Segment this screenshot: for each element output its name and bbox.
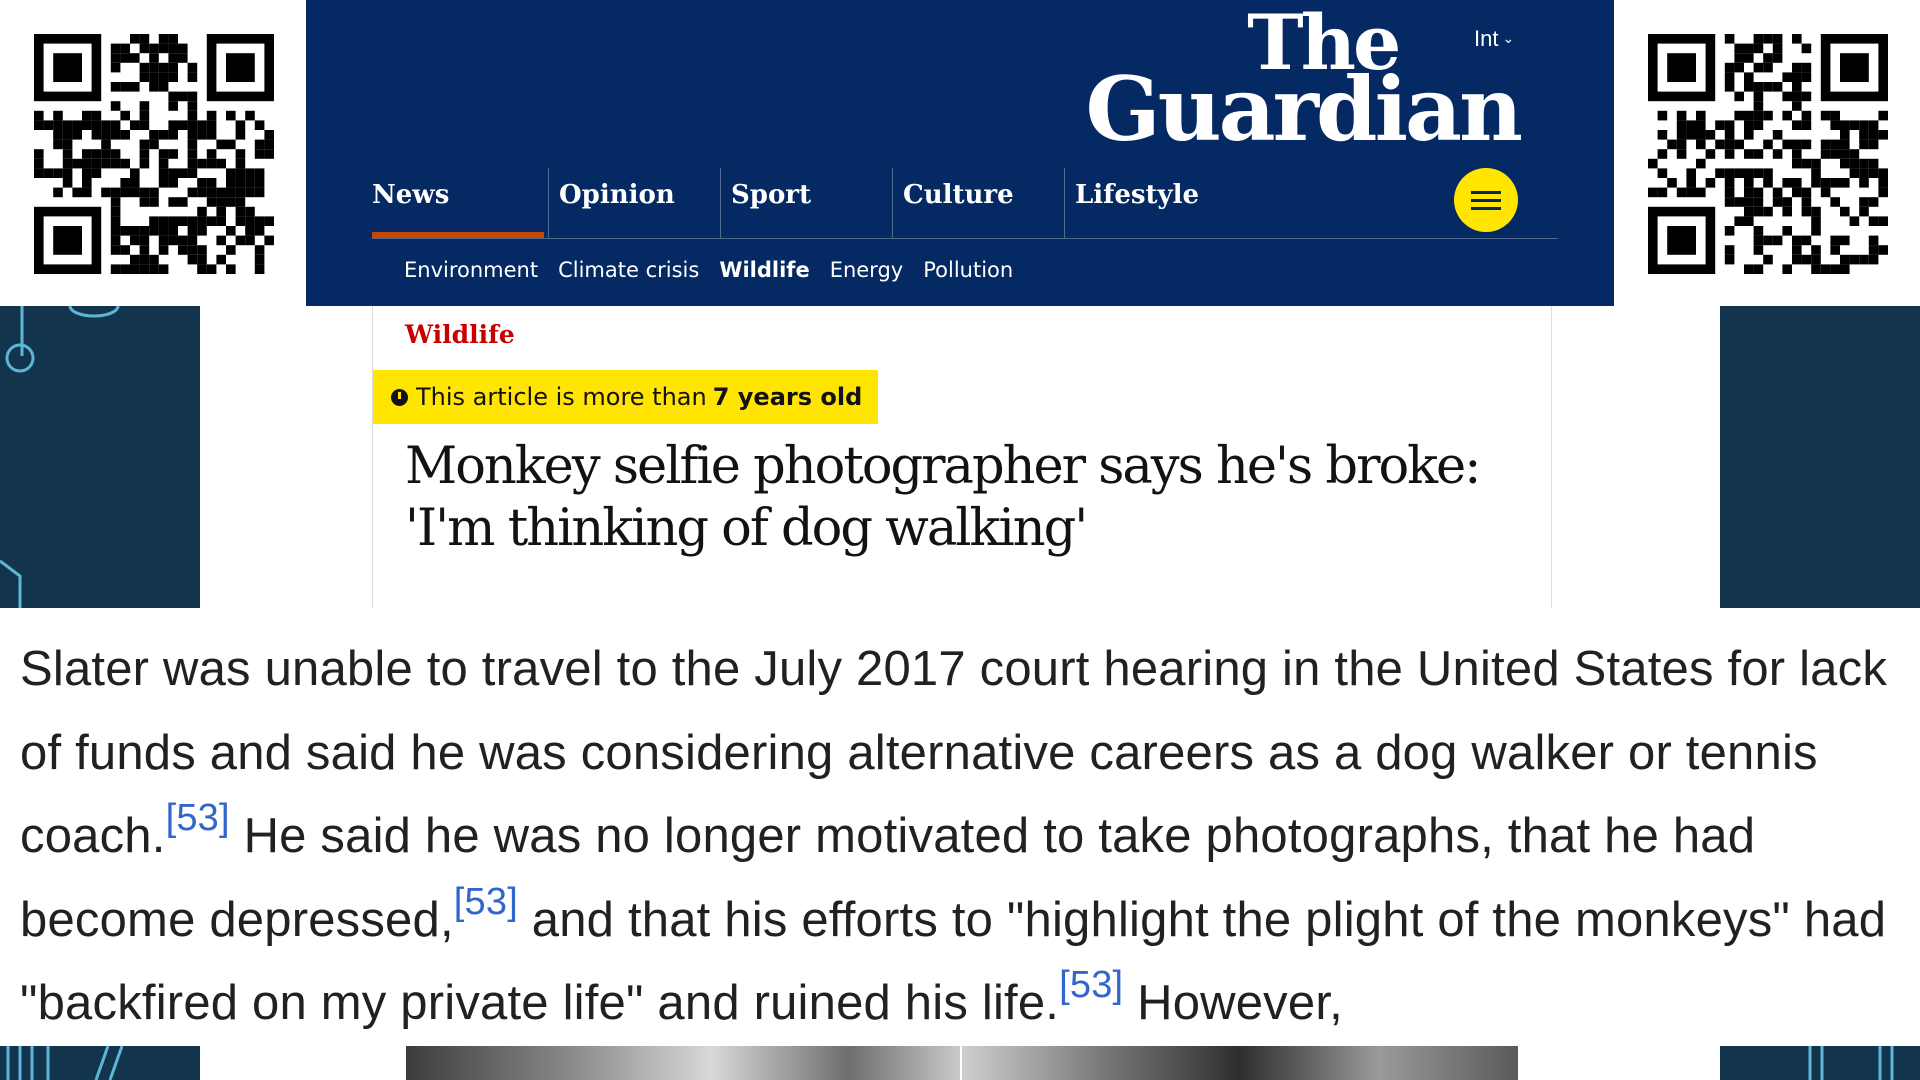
citation-link[interactable]: [53] [1059,964,1123,1006]
pillar-opinion[interactable]: Opinion [548,168,720,238]
citation-link[interactable]: [53] [166,797,230,839]
subnav-climate-crisis[interactable]: Climate crisis [558,258,699,282]
subnav-pollution[interactable]: Pollution [923,258,1013,282]
right-bottom-decor [1720,1046,1920,1080]
qr-code-icon [1648,34,1888,274]
left-decor-panel [0,306,200,608]
article-card: Wildlife This article is more than 7 year… [372,306,1552,608]
pillar-culture[interactable]: Culture [892,168,1064,238]
guardian-logo[interactable]: The Guardian [1085,5,1523,161]
left-bottom-decor [0,1046,200,1080]
article-headline: Monkey selfie photographer says he's bro… [405,437,1481,558]
guardian-header: Int ⌄ The Guardian News Opinion Sport Cul… [306,0,1614,306]
excerpt-text-4: However, [1123,976,1343,1030]
section-label[interactable]: Wildlife [405,320,515,349]
pillar-nav: News Opinion Sport Culture Lifestyle [372,168,1236,238]
article-photo-left [406,1046,960,1080]
circuit-decoration-left [0,306,120,608]
article-photo-right [962,1046,1518,1080]
subnav-wildlife[interactable]: Wildlife [719,258,809,282]
qr-code-right [1614,0,1920,306]
menu-icon [1471,190,1501,194]
subnav-divider [372,238,1558,239]
subnav-energy[interactable]: Energy [830,258,904,282]
pillar-sport[interactable]: Sport [720,168,892,238]
menu-button[interactable] [1454,168,1518,232]
clock-icon [391,388,408,406]
logo-line-2: Guardian [1085,57,1523,161]
citation-link[interactable]: [53] [454,881,518,923]
subnav-environment[interactable]: Environment [404,258,538,282]
wikipedia-excerpt: Slater was unable to travel to the July … [0,608,1920,1046]
right-decor-panel [1720,306,1920,608]
age-notice-text: This article is more than 7 years old [416,383,863,411]
pillar-news[interactable]: News [372,168,548,238]
pillar-lifestyle[interactable]: Lifestyle [1064,168,1236,238]
article-age-notice: This article is more than 7 years old [373,370,879,424]
qr-code-icon [34,34,274,274]
sub-nav: Environment Climate crisis Wildlife Ener… [404,258,1013,282]
qr-code-left [0,0,306,306]
